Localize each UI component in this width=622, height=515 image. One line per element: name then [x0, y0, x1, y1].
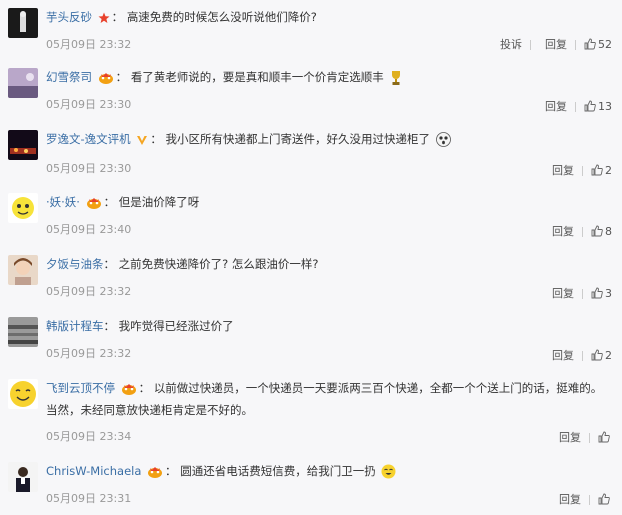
divider	[589, 495, 590, 505]
username[interactable]: 罗逸文-逸文评机	[46, 132, 131, 146]
like-button[interactable]: 8	[591, 225, 612, 238]
username[interactable]: 夕饭与油条	[46, 257, 104, 271]
crown-badge-icon	[98, 72, 114, 84]
avatar[interactable]	[8, 68, 38, 98]
avatar[interactable]	[8, 379, 38, 409]
avatar[interactable]	[8, 317, 38, 347]
username[interactable]: 芋头反砂	[46, 10, 92, 24]
timestamp: 05月09日 23:32	[46, 38, 132, 51]
divider	[582, 289, 583, 299]
comment-text: 我咋觉得已经涨过价了	[118, 319, 234, 333]
reply-button[interactable]: 回复	[552, 223, 574, 239]
reply-button[interactable]: 回复	[545, 98, 567, 114]
like-button[interactable]: 52	[584, 38, 612, 51]
avatar[interactable]	[8, 255, 38, 285]
reply-button[interactable]: 回复	[552, 162, 574, 178]
shocked-face-emoji-icon	[435, 132, 451, 147]
crown-badge-icon	[147, 466, 163, 478]
comment-text-continued: 当然，未经同意放快递柜肯定是不好的。	[46, 403, 253, 417]
comment-row: 罗逸文-逸文评机 ： 我小区所有快递都上门寄送件，好久没用过快递柜了 05月09…	[0, 122, 622, 186]
comment-text: 高速免费的时候怎么没听说他们降价?	[126, 10, 317, 24]
comment-row: 芋头反砂 ： 高速免费的时候怎么没听说他们降价? 05月09日 23:32 投诉…	[0, 0, 622, 61]
comment-row: 幻雪祭司 ： 看了黄老师说的，要是真和顺丰一个价肯定选顺丰 05月09日 23:…	[0, 60, 622, 123]
thumbs-up-icon	[598, 493, 610, 505]
like-count: 13	[598, 100, 612, 113]
comment-text: 圆通还省电话费短信费，给我门卫一扔	[180, 464, 376, 478]
username[interactable]: 韩版计程车	[46, 319, 104, 333]
trophy-emoji-icon	[389, 70, 403, 86]
comment-text: 之前免费快递降价了? 怎么跟油价一样?	[118, 257, 319, 271]
timestamp: 05月09日 23:34	[46, 430, 132, 443]
thumbs-up-icon	[591, 225, 603, 237]
avatar[interactable]	[8, 130, 38, 160]
avatar[interactable]	[8, 8, 38, 38]
thumbs-up-icon	[591, 287, 603, 299]
comment-row: 夕饭与油条： 之前免费快递降价了? 怎么跟油价一样? 05月09日 23:32 …	[0, 247, 622, 310]
reply-button[interactable]: 回复	[552, 285, 574, 301]
comment-text: 我小区所有快递都上门寄送件，好久没用过快递柜了	[165, 132, 430, 146]
timestamp: 05月09日 23:31	[46, 492, 132, 505]
avatar[interactable]	[8, 462, 38, 492]
divider	[589, 433, 590, 443]
like-button[interactable]: 2	[591, 164, 612, 177]
like-button[interactable]: 13	[584, 100, 612, 113]
star-badge-icon	[98, 12, 110, 24]
reply-button[interactable]: 回复	[559, 491, 581, 507]
divider	[530, 40, 531, 50]
thumbs-up-icon	[591, 164, 603, 176]
divider	[582, 166, 583, 176]
username[interactable]: 幻雪祭司	[46, 70, 92, 84]
timestamp: 05月09日 23:32	[46, 285, 132, 298]
divider	[582, 351, 583, 361]
username[interactable]: 飞到云顶不停	[46, 381, 115, 395]
thumbs-up-icon	[598, 431, 610, 443]
avatar[interactable]	[8, 193, 38, 223]
divider	[575, 102, 576, 112]
laughing-face-emoji-icon	[381, 464, 396, 479]
like-button[interactable]	[598, 431, 612, 444]
like-count: 8	[605, 225, 612, 238]
report-button[interactable]: 投诉	[500, 36, 522, 52]
comment-text: 看了黄老师说的，要是真和顺丰一个价肯定选顺丰	[130, 70, 384, 84]
thumbs-up-icon	[591, 349, 603, 361]
like-button[interactable]: 3	[591, 287, 612, 300]
like-count: 3	[605, 287, 612, 300]
timestamp: 05月09日 23:30	[46, 98, 132, 111]
like-count: 2	[605, 349, 612, 362]
verified-v-badge-icon	[136, 134, 148, 146]
reply-button[interactable]: 回复	[552, 347, 574, 363]
thumbs-up-icon	[584, 100, 596, 112]
comment-row: 韩版计程车： 我咋觉得已经涨过价了 05月09日 23:32 回复 2	[0, 309, 622, 372]
timestamp: 05月09日 23:40	[46, 223, 132, 236]
like-count: 2	[605, 164, 612, 177]
timestamp: 05月09日 23:32	[46, 347, 132, 360]
username[interactable]: ChrisW-Michaela	[46, 464, 141, 478]
username[interactable]: ·妖·妖·	[46, 195, 80, 209]
comment-row: ·妖·妖· ： 但是油价降了呀 05月09日 23:40 回复 8	[0, 185, 622, 248]
divider	[582, 227, 583, 237]
divider	[575, 40, 576, 50]
like-count: 52	[598, 38, 612, 51]
comment-row: 飞到云顶不停 ： 以前做过快递员，一个快递员一天要派两三百个快递，全都一个个送上…	[0, 371, 622, 455]
crown-badge-icon	[86, 197, 102, 209]
reply-button[interactable]: 回复	[545, 36, 567, 52]
comment-row: ChrisW-Michaela ： 圆通还省电话费短信费，给我门卫一扔 05月0…	[0, 454, 622, 515]
thumbs-up-icon	[584, 38, 596, 50]
comment-text: 但是油价降了呀	[118, 195, 200, 209]
reply-button[interactable]: 回复	[559, 429, 581, 445]
comment-text: 以前做过快递员，一个快递员一天要派两三百个快递，全都一个个送上门的话，挺难的。	[153, 381, 603, 395]
like-button[interactable]: 2	[591, 349, 612, 362]
comment-list: 芋头反砂 ： 高速免费的时候怎么没听说他们降价? 05月09日 23:32 投诉…	[0, 0, 622, 515]
like-button[interactable]	[598, 493, 612, 506]
timestamp: 05月09日 23:30	[46, 162, 132, 175]
crown-badge-icon	[121, 383, 137, 395]
